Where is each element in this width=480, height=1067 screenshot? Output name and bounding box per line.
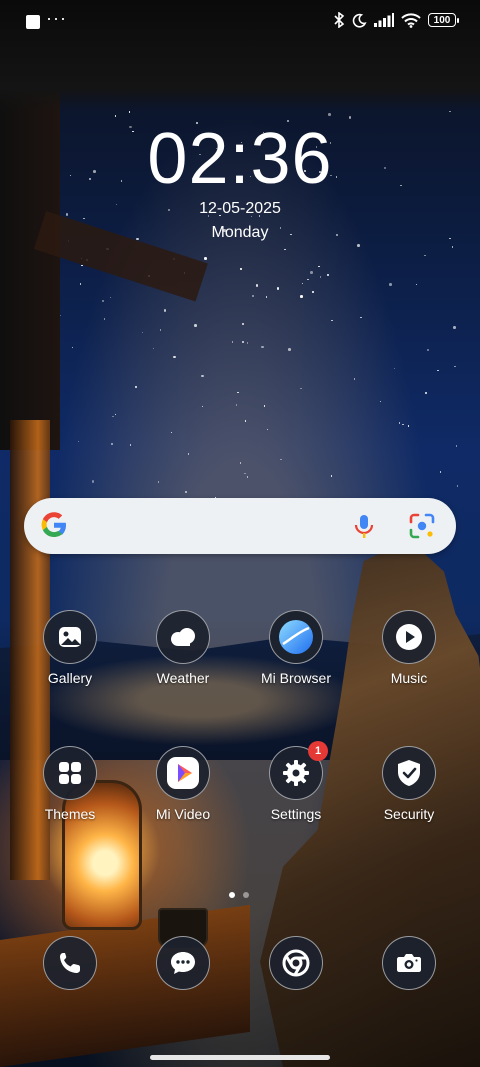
clock-day: Monday: [211, 224, 269, 241]
dock-phone[interactable]: [20, 936, 120, 990]
signal-icon: [374, 13, 394, 27]
more-notifications-icon: ···: [46, 8, 67, 28]
status-bar: ··· 100: [0, 0, 480, 44]
app-music[interactable]: Music: [359, 610, 459, 686]
themes-icon: [43, 746, 97, 800]
app-weather[interactable]: Weather: [133, 610, 233, 686]
gallery-icon: [43, 610, 97, 664]
google-logo-icon: [38, 510, 70, 542]
bluetooth-icon: [334, 12, 345, 28]
weather-icon: [156, 610, 210, 664]
google-search-bar[interactable]: [24, 498, 456, 554]
wifi-icon: [401, 12, 421, 28]
app-security[interactable]: Security: [359, 746, 459, 822]
browser-icon: [269, 610, 323, 664]
phone-icon: [43, 936, 97, 990]
clock-date: 12-05-2025: [199, 200, 281, 217]
app-gallery[interactable]: Gallery: [20, 610, 120, 686]
voice-search-mic-icon[interactable]: [350, 512, 378, 540]
dock-chrome[interactable]: [246, 936, 346, 990]
app-mi-video[interactable]: Mi Video: [133, 746, 233, 822]
camera-icon: [382, 936, 436, 990]
page-dot-active: [229, 892, 235, 898]
video-icon: [156, 746, 210, 800]
app-label: Music: [390, 670, 428, 686]
gesture-home-bar[interactable]: [150, 1055, 330, 1060]
app-settings[interactable]: 1 Settings: [246, 741, 346, 822]
notification-badge: 1: [308, 741, 328, 761]
app-label: Settings: [270, 806, 322, 822]
app-label: Security: [383, 806, 435, 822]
app-label: Weather: [156, 670, 210, 686]
app-mi-browser[interactable]: Mi Browser: [246, 610, 346, 686]
app-label: Mi Video: [155, 806, 211, 822]
page-dot: [243, 892, 249, 898]
security-icon: [382, 746, 436, 800]
notification-icon: [26, 15, 40, 29]
dock-camera[interactable]: [359, 936, 459, 990]
dock-messages[interactable]: [133, 936, 233, 990]
battery-icon: 100: [428, 13, 459, 27]
clock-time[interactable]: 02:36: [0, 118, 480, 200]
app-label: Gallery: [47, 670, 93, 686]
app-themes[interactable]: Themes: [20, 746, 120, 822]
app-label: Mi Browser: [260, 670, 331, 686]
messages-icon: [156, 936, 210, 990]
google-lens-icon[interactable]: [408, 512, 436, 540]
app-label: Themes: [44, 806, 96, 822]
status-icons: 100: [333, 12, 459, 28]
do-not-disturb-moon-icon: [352, 13, 367, 28]
google-g-icon: [41, 512, 66, 537]
music-icon: [382, 610, 436, 664]
page-indicator[interactable]: [229, 892, 249, 898]
settings-icon: 1: [269, 741, 328, 800]
chrome-icon: [269, 936, 323, 990]
